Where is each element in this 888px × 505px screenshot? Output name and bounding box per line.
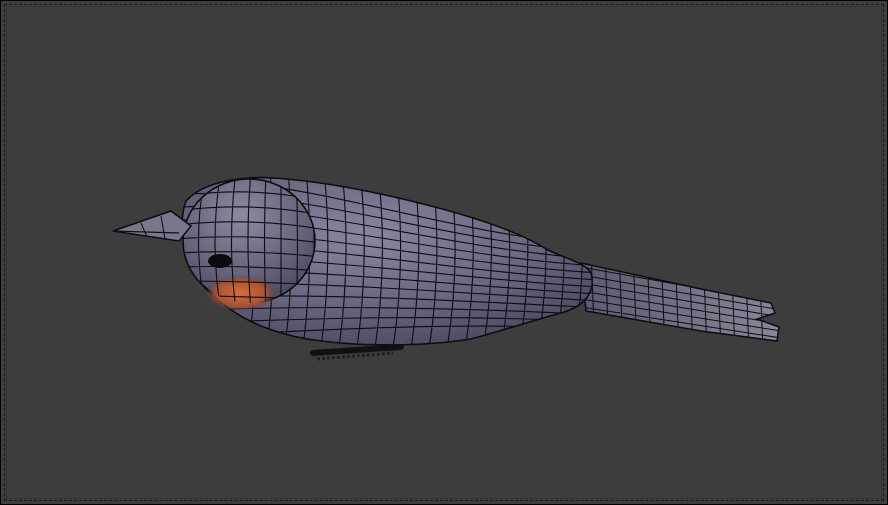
- tail: [580, 262, 780, 342]
- feet: [310, 344, 404, 361]
- 3d-viewport[interactable]: [0, 0, 888, 505]
- eye: [208, 254, 232, 268]
- breast-patch: [205, 275, 277, 311]
- mesh-edge: [588, 177, 593, 345]
- beak: [112, 210, 193, 242]
- bird-model[interactable]: [1, 1, 888, 505]
